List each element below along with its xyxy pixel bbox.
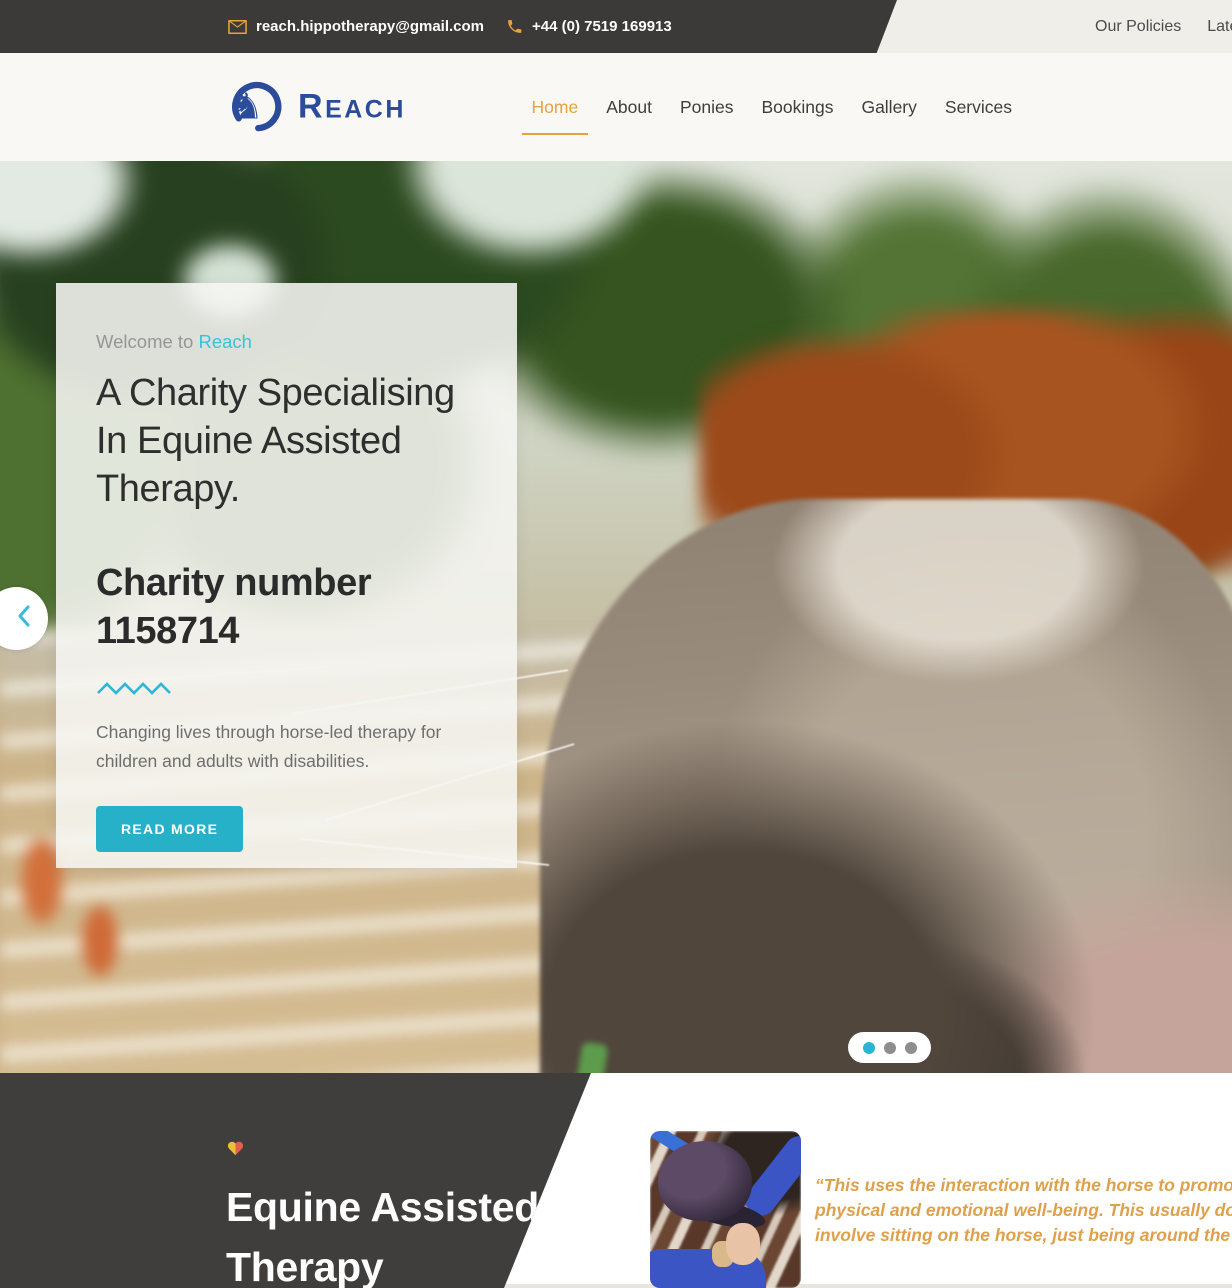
topbar-link-our-policies[interactable]: Our Policies [1095, 18, 1181, 36]
horse-logo-icon: ♞ [222, 77, 286, 138]
hero-title: A Charity Specialising In Equine Assiste… [96, 369, 477, 513]
slider-dots [848, 1032, 931, 1063]
nav-item-bookings[interactable]: Bookings [761, 97, 833, 118]
chevron-left-icon [13, 603, 35, 634]
hero-welcome: Welcome to Reach [96, 331, 477, 353]
pony-rope [572, 1041, 609, 1073]
main-nav: Home About Ponies Bookings Gallery Servi… [532, 53, 1012, 161]
pony-muzzle [540, 499, 1232, 1073]
therapy-quote: “This uses the interaction with the hors… [815, 1173, 1232, 1248]
photo-child-hair [712, 1241, 734, 1267]
topbar-contacts: reach.hippotherapy@gmail.com +44 (0) 751… [228, 0, 672, 53]
topbar-link-latest-news[interactable]: Latest News [1207, 18, 1232, 36]
heart-icon [226, 1143, 245, 1160]
zigzag-divider [96, 681, 174, 696]
section-title: Equine Assisted Therapy [226, 1177, 539, 1288]
hero-welcome-brand: Reach [198, 331, 251, 352]
phone-icon [506, 18, 523, 35]
equine-therapy-section: Equine Assisted Therapy “This uses the i… [0, 1073, 1232, 1288]
site-header: ♞ Reach Home About Ponies Bookings Galle… [0, 53, 1232, 161]
therapy-photo [650, 1131, 801, 1288]
topbar-phone-text: +44 (0) 7519 169913 [532, 18, 672, 35]
photo-halter-strap [650, 1131, 692, 1158]
logo-wordmark: Reach [298, 88, 406, 127]
nav-item-services[interactable]: Services [945, 97, 1012, 118]
photo-child-arm [740, 1131, 801, 1221]
nav-item-ponies[interactable]: Ponies [680, 97, 734, 118]
panel-content: Equine Assisted Therapy [226, 1139, 539, 1288]
hero-title-line: In Equine Assisted [96, 417, 477, 465]
hero-title-line: Therapy. [96, 465, 477, 513]
topbar-email-text: reach.hippotherapy@gmail.com [256, 18, 484, 35]
photo-child-shirt [650, 1249, 766, 1288]
nav-item-gallery[interactable]: Gallery [861, 97, 916, 118]
section-title-line: Therapy [226, 1237, 539, 1288]
read-more-button[interactable]: READ MORE [96, 806, 243, 852]
nav-item-about[interactable]: About [606, 97, 652, 118]
quote-line: involve sitting on the horse, just being… [815, 1223, 1232, 1248]
quote-line: physical and emotional well-being. This … [815, 1198, 1232, 1223]
photo-child-face [726, 1223, 760, 1265]
topbar-links: Our Policies Latest News [1095, 0, 1232, 53]
hero-welcome-prefix: Welcome to [96, 331, 193, 352]
topbar: reach.hippotherapy@gmail.com +44 (0) 751… [0, 0, 1232, 53]
section-title-line: Equine Assisted [226, 1177, 539, 1237]
slider-prev-button[interactable] [0, 587, 48, 650]
envelope-icon [228, 20, 247, 34]
charity-number: Charity number 1158714 [96, 559, 477, 655]
quote-line: “This uses the interaction with the hors… [815, 1173, 1232, 1198]
hero-title-line: A Charity Specialising [96, 369, 477, 417]
svg-text:♞: ♞ [231, 84, 263, 127]
slider-dot-1[interactable] [863, 1042, 875, 1054]
hero-slider: Welcome to Reach A Charity Specialising … [0, 161, 1232, 1073]
topbar-phone[interactable]: +44 (0) 7519 169913 [506, 18, 672, 35]
pony-forelock [700, 309, 1232, 574]
slider-dot-3[interactable] [905, 1042, 917, 1054]
nav-item-home[interactable]: Home [532, 97, 579, 118]
slider-dot-2[interactable] [884, 1042, 896, 1054]
photo-horse-fur [650, 1131, 801, 1288]
photo-helmet-brim [678, 1192, 767, 1233]
charity-number-label: Charity number [96, 559, 477, 607]
charity-number-value: 1158714 [96, 607, 477, 655]
hero-slide-card: Welcome to Reach A Charity Specialising … [56, 283, 517, 868]
logo[interactable]: ♞ Reach [222, 77, 406, 138]
topbar-email[interactable]: reach.hippotherapy@gmail.com [228, 18, 484, 35]
photo-riding-helmet [658, 1141, 752, 1221]
hero-description: Changing lives through horse-led therapy… [96, 718, 446, 776]
